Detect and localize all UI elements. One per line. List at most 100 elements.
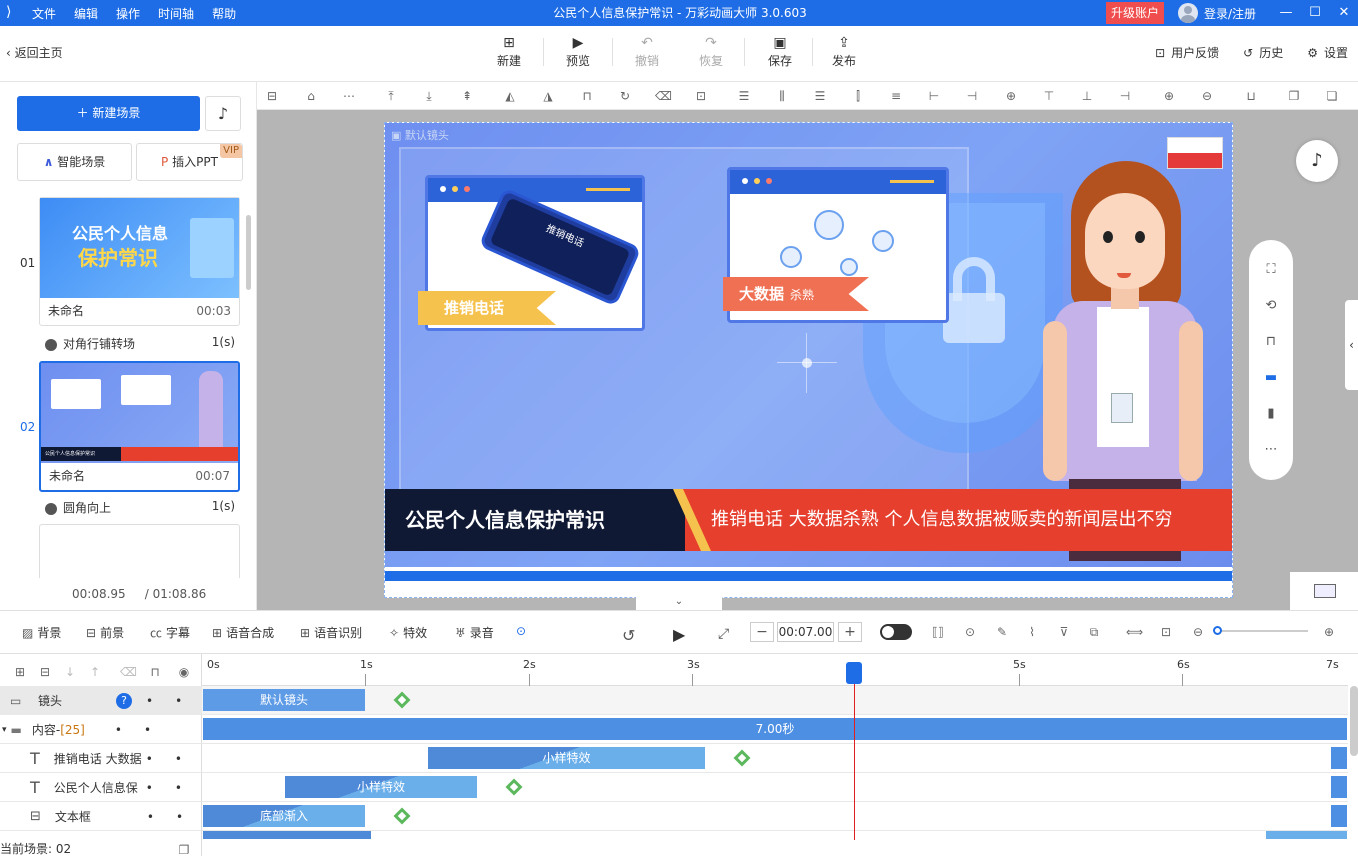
copy-icon[interactable]: ❐ [1286,88,1302,104]
align-vcenter-icon[interactable]: ⊣ [1117,88,1133,104]
upgrade-account-button[interactable]: 升级账户 [1106,2,1164,24]
publish-button[interactable]: ⇪ 发布 [824,34,864,69]
eye-icon[interactable]: ◉ [176,664,192,680]
align-right-icon[interactable]: ⊣ [964,88,980,104]
scene-card-placeholder[interactable] [39,524,240,578]
undo-button[interactable]: ↶ 撤销 [627,34,667,69]
fit-icon[interactable]: ⟦⟧ [930,624,946,640]
menu-timeline[interactable]: 时间轴 [158,5,194,22]
zoom-in-icon[interactable]: ⊕ [1161,88,1177,104]
move-up-icon[interactable]: ↑ [87,664,103,680]
track-header[interactable]: T 公民个人信息保 • • [0,773,202,802]
align-left-icon[interactable]: ⊢ [926,88,942,104]
login-button[interactable]: 登录/注册 [1178,2,1256,24]
speech-recognition-button[interactable]: ⊞ 语音识别 [300,624,362,641]
unlock-icon[interactable]: ⊔ [1243,88,1259,104]
timeline-clip-edge[interactable] [1331,805,1347,827]
distribute-icon[interactable]: ⫿ [850,88,866,104]
track-header[interactable]: T 推销电话 大数据 • • [0,744,202,773]
timeline-clip-partial[interactable] [1266,831,1347,839]
more-options-button[interactable]: ⊙ [516,624,526,638]
padlock-graphic[interactable] [943,257,1005,343]
distribute-v-icon[interactable]: ≡ [888,88,904,104]
scene-transition-01[interactable]: 对角行铺转场 1(s) [45,335,235,352]
lock-icon[interactable]: ⊓ [1261,332,1281,352]
scene-transition-02[interactable]: 圆角向上 1(s) [45,499,235,516]
effects-button[interactable]: ✧ 特效 [389,624,427,641]
minimize-icon[interactable]: — [1276,0,1296,26]
history-button[interactable]: ↺ 历史 [1243,44,1283,61]
trash-icon[interactable]: ⌫ [120,664,137,680]
track-header[interactable]: ▾ ▬ 内容-[25] • • [0,715,202,744]
zoom-slider[interactable] [1213,626,1308,635]
timeline-clip[interactable]: 小样特效 [428,747,705,769]
redo-button[interactable]: ↷ 恢复 [691,34,731,69]
actual-size-icon[interactable]: ⊡ [1158,624,1174,640]
new-folder-icon[interactable]: ⊟ [37,664,53,680]
maximize-icon[interactable]: ☐ [1305,0,1325,26]
save-button[interactable]: ▣ 保存 [760,34,800,69]
zoom-out-icon[interactable]: ⊖ [1199,88,1215,104]
landscape-icon[interactable]: ▬ [1261,368,1281,388]
scene-card-02[interactable]: 公民个人信息保护常识 未命名 00:07 [39,361,240,492]
back-home-button[interactable]: ‹ 返回主页 [6,44,63,61]
timeline-clip-edge[interactable] [1331,776,1347,798]
track-header[interactable]: ▭ 镜头? • • [0,686,202,715]
fit-width-icon[interactable]: ⟺ [1126,624,1143,640]
background-music-button[interactable]: ♪ [1296,140,1338,182]
playhead-handle[interactable] [846,662,862,684]
align-bottom-edge-icon[interactable]: ⊥ [1079,88,1095,104]
track-header[interactable]: ⊟ 文本框 • • [0,802,202,831]
feedback-button[interactable]: ⊡ 用户反馈 [1155,44,1219,61]
flip-horizontal-icon[interactable]: ◭ [502,88,518,104]
align-bottom-icon[interactable]: ☰ [812,88,828,104]
subtitle-button[interactable]: ㏄字幕 [150,624,190,641]
time-decrease-button[interactable]: − [750,622,774,642]
settings-button[interactable]: ⚙ 设置 [1307,44,1348,61]
edit-icon[interactable]: ✎ [994,624,1010,640]
brush-icon[interactable]: ⌇ [1024,624,1040,640]
camera-icon[interactable]: ⊙ [962,624,978,640]
chevron-down-icon[interactable]: ⌄ [636,594,722,610]
timeline-clip[interactable]: 默认镜头 [203,689,365,711]
minimap[interactable] [1290,572,1358,610]
trash-icon[interactable]: ⌫ [655,88,672,104]
toggle-switch[interactable] [880,624,912,640]
move-down-icon[interactable]: ↓ [62,664,78,680]
rotate-icon[interactable]: ↻ [617,88,633,104]
keyframe-diamond[interactable] [393,807,411,825]
ribbon-telemarketing[interactable]: 推销电话 [418,291,556,325]
adjust-icon[interactable]: ⧉ [1086,624,1102,640]
align-top-edge-icon[interactable]: ⊤ [1041,88,1057,104]
format-painter-icon[interactable]: ⊟ [264,88,280,104]
preview-button[interactable]: ▶ 预览 [558,34,598,69]
filter-icon[interactable]: ⊽ [1056,624,1072,640]
lock-icon[interactable]: ⊓ [147,664,163,680]
replay-icon[interactable]: ↺ [622,626,635,645]
new-scene-button[interactable]: ＋ 新建场景 [17,96,200,131]
portrait-icon[interactable]: ▮ [1261,404,1281,424]
menu-operation[interactable]: 操作 [116,5,140,22]
caret-down-icon[interactable]: ▾ [2,725,7,735]
keyframe-diamond[interactable] [393,691,411,709]
timeline-clip[interactable]: 底部渐入 [203,805,365,827]
time-input[interactable]: 00:07.00 [777,622,834,642]
smart-scene-button[interactable]: ∧ 智能场景 [17,143,132,181]
music-note-icon[interactable]: ♪ [205,96,241,131]
fit-screen-icon[interactable]: ⛶ [1261,260,1281,280]
add-folder-icon[interactable]: ⊞ [12,664,28,680]
zoom-in-icon[interactable]: ⊕ [1321,624,1337,640]
home-icon[interactable]: ⌂ [303,88,319,104]
background-button[interactable]: ▨ 背景 [22,624,61,641]
bring-top-icon[interactable]: ⤒ [383,88,399,104]
help-icon[interactable]: ? [116,692,132,709]
bottom-banner-subtitle[interactable]: 推销电话 大数据杀熟 个人信息数据被贩卖的新闻层出不穷 [711,489,1172,551]
collapse-panel-icon[interactable]: ‹ [1345,300,1358,390]
bottom-banner-title[interactable]: 公民个人信息保护常识 [405,489,605,551]
tts-button[interactable]: ⊞ 语音合成 [212,624,274,641]
keyframe-diamond[interactable] [733,749,751,767]
paste-icon[interactable]: ❏ [1324,88,1340,104]
more-icon[interactable]: ⋯ [341,88,357,104]
send-bottom-icon[interactable]: ⤓ [421,88,437,104]
timeline-clip[interactable]: 小样特效 [285,776,477,798]
